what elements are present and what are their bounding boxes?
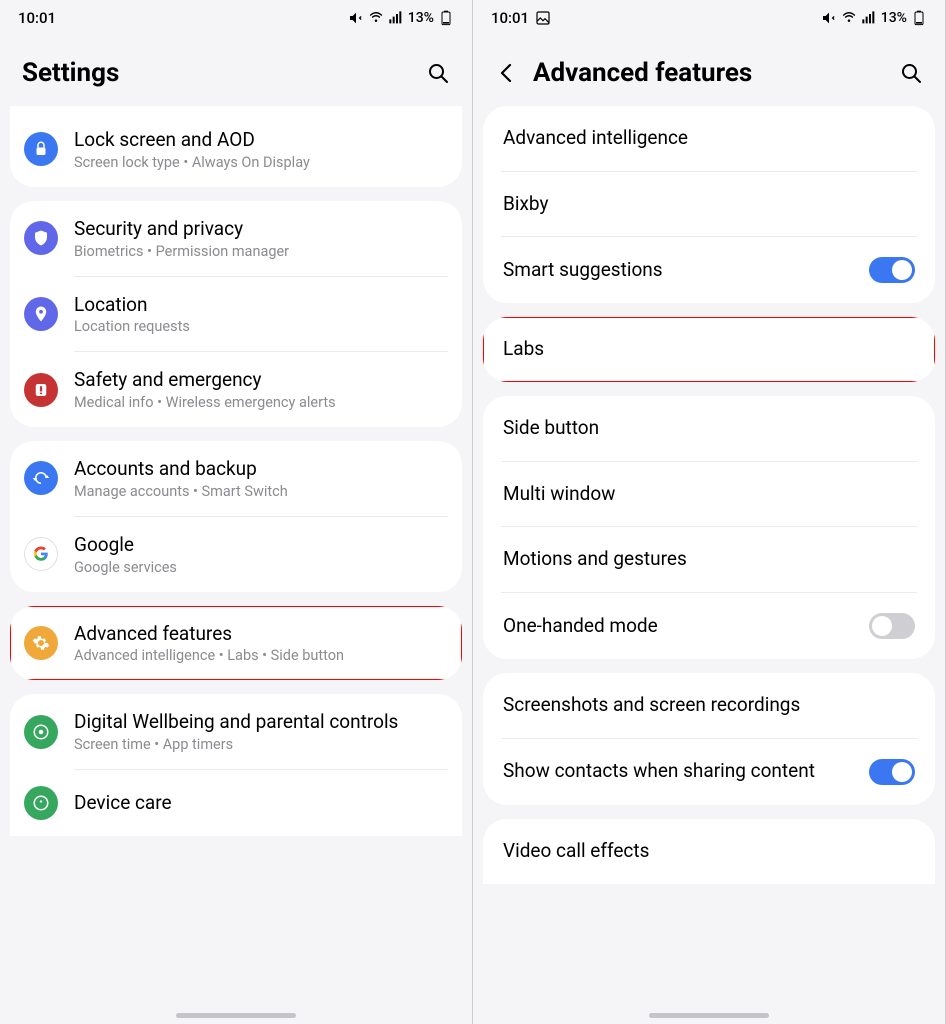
row-title: Side button <box>503 416 915 441</box>
phone-left: 10:01 13% Settings Lock screen and AOD Sc… <box>0 0 473 1024</box>
row-title: Multi window <box>503 482 915 507</box>
row-title: Advanced features <box>74 622 448 646</box>
status-bar: 10:01 13% <box>473 0 945 36</box>
gear-icon <box>24 626 58 660</box>
signal-icon <box>861 10 877 26</box>
row-subtitle: Manage accounts • Smart Switch <box>74 483 448 500</box>
row-title: Location <box>74 293 448 317</box>
row-title: Safety and emergency <box>74 368 448 392</box>
toggle-switch[interactable] <box>869 613 915 639</box>
battery-text: 13% <box>408 10 434 26</box>
phone-right: 10:01 13% Advanced features Advanced int… <box>473 0 946 1024</box>
battery-text: 13% <box>881 10 907 26</box>
wellbeing-icon <box>24 715 58 749</box>
search-icon[interactable] <box>426 61 450 85</box>
row-title: Motions and gestures <box>503 547 915 572</box>
status-icons: 13% <box>821 10 927 26</box>
wifi-icon <box>368 10 384 26</box>
settings-row-advanced-features[interactable]: Advanced featuresAdvanced intelligence •… <box>10 606 462 681</box>
row-title: Google <box>74 533 448 557</box>
battery-icon <box>911 10 927 26</box>
row-subtitle: Advanced intelligence • Labs • Side butt… <box>74 647 448 664</box>
row-subtitle: Medical info • Wireless emergency alerts <box>74 394 448 411</box>
row-title: One-handed mode <box>503 614 859 639</box>
pin-icon <box>24 297 58 331</box>
lock-icon <box>24 132 58 166</box>
settings-row-safety-and-emergency[interactable]: Safety and emergency Medical info • Wirel… <box>10 352 462 427</box>
battery-icon <box>438 10 454 26</box>
advfeat-row-show-contacts-when-sharing-content[interactable]: Show contacts when sharing content <box>483 739 935 805</box>
advfeat-row-motions-and-gestures[interactable]: Motions and gestures <box>483 527 935 592</box>
row-subtitle: Screen time • App timers <box>74 736 448 753</box>
advfeat-row-advanced-intelligence[interactable]: Advanced intelligence <box>483 106 935 171</box>
search-icon[interactable] <box>899 61 923 85</box>
wifi-icon <box>841 10 857 26</box>
settings-header: Settings <box>0 36 472 106</box>
settings-row-device-care[interactable]: Device care <box>10 770 462 836</box>
advfeat-row-smart-suggestions[interactable]: Smart suggestions <box>483 237 935 303</box>
row-title: Accounts and backup <box>74 457 448 481</box>
home-indicator[interactable] <box>176 1013 296 1018</box>
settings-row-accounts-and-backup[interactable]: Accounts and backup Manage accounts • Sma… <box>10 441 462 516</box>
row-subtitle: Screen lock type • Always On Display <box>74 154 448 171</box>
row-title: Video call effects <box>503 839 915 864</box>
advfeat-row-video-call-effects[interactable]: Video call effects <box>483 819 935 884</box>
status-time: 10:01 <box>18 9 56 27</box>
row-title: Security and privacy <box>74 217 448 241</box>
row-title: Device care <box>74 791 448 815</box>
alert-icon <box>24 373 58 407</box>
row-subtitle: Location requests <box>74 318 448 335</box>
row-subtitle: Biometrics • Permission manager <box>74 243 448 260</box>
row-title: Labs <box>503 337 915 362</box>
shield-icon <box>24 221 58 255</box>
volume-mute-icon <box>348 10 364 26</box>
advfeat-row-screenshots-and-screen-recordings[interactable]: Screenshots and screen recordings <box>483 673 935 738</box>
back-icon[interactable] <box>495 61 519 85</box>
signal-icon <box>388 10 404 26</box>
home-indicator[interactable] <box>649 1013 769 1018</box>
status-bar: 10:01 13% <box>0 0 472 36</box>
advfeat-row-multi-window[interactable]: Multi window <box>483 462 935 527</box>
sync-icon <box>24 461 58 495</box>
page-title: Settings <box>22 58 119 88</box>
row-title: Smart suggestions <box>503 258 859 283</box>
status-time: 10:01 <box>491 9 529 27</box>
advfeat-row-side-button[interactable]: Side button <box>483 396 935 461</box>
row-title: Advanced intelligence <box>503 126 915 151</box>
volume-mute-icon <box>821 10 837 26</box>
toggle-switch[interactable] <box>869 759 915 785</box>
row-title: Screenshots and screen recordings <box>503 693 915 718</box>
page-title: Advanced features <box>533 58 752 88</box>
image-notif-icon <box>535 10 551 26</box>
settings-row-google[interactable]: Google Google services <box>10 517 462 592</box>
settings-row-digital-wellbeing-and-parental-controls[interactable]: Digital Wellbeing and parental controls S… <box>10 694 462 769</box>
advfeat-row-labs[interactable]: Labs <box>483 317 935 382</box>
settings-row-lock-screen-and-aod[interactable]: Lock screen and AOD Screen lock type • Al… <box>10 112 462 187</box>
advanced-features-header: Advanced features <box>473 36 945 106</box>
settings-row-location[interactable]: LocationLocation requests <box>10 277 462 352</box>
g-icon <box>24 537 58 571</box>
advfeat-row-one-handed-mode[interactable]: One-handed mode <box>483 593 935 659</box>
row-title: Show contacts when sharing content <box>503 759 859 784</box>
row-subtitle: Google services <box>74 559 448 576</box>
row-title: Lock screen and AOD <box>74 128 448 152</box>
row-title: Digital Wellbeing and parental controls <box>74 710 448 734</box>
settings-row-security-and-privacy[interactable]: Security and privacy Biometrics • Permiss… <box>10 201 462 276</box>
toggle-switch[interactable] <box>869 257 915 283</box>
status-icons: 13% <box>348 10 454 26</box>
advfeat-row-bixby[interactable]: Bixby <box>483 172 935 237</box>
care-icon <box>24 786 58 820</box>
row-title: Bixby <box>503 192 915 217</box>
